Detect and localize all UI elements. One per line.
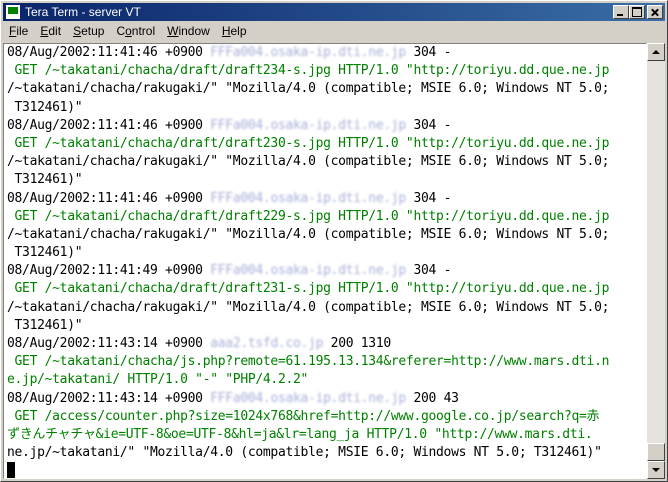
log-line: /~takatani/chacha/rakugaki/" "Mozilla/4.… [7,80,609,98]
tera-term-window: Tera Term - server VT File Edit Setup Contr… [0,0,668,482]
menu-label-post: indow [178,24,210,38]
log-status: 304 - [413,190,452,206]
log-timestamp: 08/Aug/2002:11:41:46 +0900 [7,45,203,60]
menu-label-post: ntrol [131,24,156,38]
scroll-down-arrow-icon[interactable] [647,461,665,479]
log-host-redacted: FFFa004.osaka-ip.dti.ne.jp [210,263,406,279]
log-line: /~takatani/chacha/rakugaki/" "Mozilla/4.… [7,226,609,244]
log-continuation: /~takatani/chacha/rakugaki/" "Mozilla/4.… [7,299,610,315]
menu-label-pre: C [116,24,126,38]
log-request: e.jp/~takatani/ HTTP/1.0 "-" "PHP/4.2.2" [7,372,309,388]
log-request: GET /~takatani/chacha/draft/draft230-s.j… [7,135,610,151]
log-line: GET /~takatani/chacha/js.php?remote=61.1… [7,353,610,371]
menu-label-accelerator: W [167,24,179,38]
menu-label-accelerator: H [221,24,231,38]
log-continuation: /~takatani/chacha/rakugaki/" "Mozilla/4.… [7,81,610,97]
log-timestamp: 08/Aug/2002:11:43:14 +0900 [7,336,203,351]
log-continuation: T312461)" [7,317,83,333]
terminal-screen[interactable]: 08/Aug/2002:11:41:46 +0900 FFFa004.osaka… [3,43,647,479]
menu-label-post: dit [48,24,62,38]
log-request: GET /~takatani/chacha/draft/draft231-s.j… [7,281,610,297]
log-timestamp: 08/Aug/2002:11:43:14 +0900 [7,390,203,406]
maximize-button[interactable] [629,5,645,19]
log-line: ne.jp/~takatani/" "Mozilla/4.0 (compatib… [7,444,609,462]
log-line: 08/Aug/2002:11:41:49 +0900 FFFa004.osaka… [7,262,609,280]
log-line: GET /~takatani/chacha/draft/draft234-s.j… [7,62,610,80]
log-line: ずきんチャチャ&ie=UTF-8&oe=UTF-8&hl=ja&lr=lang_… [7,426,609,444]
text-cursor [7,462,15,478]
log-line: GET /~takatani/chacha/draft/draft231-s.j… [7,280,610,298]
log-timestamp: 08/Aug/2002:11:41:49 +0900 [7,263,203,279]
log-line: GET /~takatani/chacha/draft/draft230-s.j… [7,135,610,153]
log-request: GET /~takatani/chacha/js.php?remote=61.1… [7,354,610,370]
log-continuation: T312461)" [7,99,83,115]
log-status: 304 - [413,263,452,279]
close-button[interactable] [647,5,663,19]
log-host-redacted: FFFa004.osaka-ip.dti.ne.jp [210,117,406,133]
menu-label-post: ile [16,24,29,38]
log-status: 200 1310 [330,336,392,351]
log-line: T312461)" [7,171,609,189]
menu-item[interactable]: Help [216,22,253,40]
log-line: 08/Aug/2002:11:43:14 +0900 FFFa004.osaka… [7,390,609,408]
menu-item[interactable]: Setup [67,22,110,40]
log-timestamp: 08/Aug/2002:11:41:46 +0900 [7,117,203,133]
log-request: GET /access/counter.php?size=1024x768&hr… [7,408,600,424]
log-line: T312461)" [7,99,609,117]
terminal-log: 08/Aug/2002:11:41:46 +0900 FFFa004.osaka… [7,44,610,478]
menu-item[interactable]: Edit [34,22,67,40]
log-continuation: /~takatani/chacha/rakugaki/" "Mozilla/4.… [7,226,610,242]
menu-item[interactable]: File [3,22,34,40]
vertical-scrollbar[interactable] [647,43,665,479]
log-line: GET /access/counter.php?size=1024x768&hr… [7,408,609,426]
log-request: GET /~takatani/chacha/draft/draft234-s.j… [7,63,610,79]
menu-label-accelerator: S [73,24,82,38]
log-line: /~takatani/chacha/rakugaki/" "Mozilla/4.… [7,299,609,317]
log-request: GET /~takatani/chacha/draft/draft229-s.j… [7,208,610,224]
menu-item[interactable]: Window [161,22,216,40]
app-icon[interactable] [6,5,20,19]
log-request: ずきんチャチャ&ie=UTF-8&oe=UTF-8&hl=ja&lr=lang_… [7,426,593,442]
log-status: 200 43 [413,390,459,406]
menu-bar: File Edit Setup Control Window Help [3,22,665,40]
menu-label-accelerator: o [125,24,132,38]
log-host-redacted: FFFa004.osaka-ip.dti.ne.jp [210,190,406,206]
log-line: 08/Aug/2002:11:41:46 +0900 FFFa004.osaka… [7,44,609,62]
menu-label-post: etup [81,24,105,38]
log-line: e.jp/~takatani/ HTTP/1.0 "-" "PHP/4.2.2" [7,371,609,389]
log-continuation: ne.jp/~takatani/" "Mozilla/4.0 (compatib… [7,445,602,461]
log-status: 304 - [413,45,452,60]
window-title: Tera Term - server VT [25,5,141,19]
scroll-up-arrow-icon[interactable] [647,43,665,61]
log-line: T312461)" [7,317,609,335]
log-timestamp: 08/Aug/2002:11:41:46 +0900 [7,190,203,206]
log-line: 08/Aug/2002:11:43:14 +0900 aaa2.tsfd.co.… [7,335,609,353]
log-line: T312461)" [7,244,609,262]
minimize-button[interactable] [613,5,629,19]
menu-label-post: elp [230,24,247,38]
log-line: 08/Aug/2002:11:41:46 +0900 FFFa004.osaka… [7,190,609,208]
log-continuation: /~takatani/chacha/rakugaki/" "Mozilla/4.… [7,154,610,170]
log-status: 304 - [413,117,452,133]
prompt-line [7,462,609,478]
log-host-redacted: aaa2.tsfd.co.jp [210,336,324,351]
log-line: GET /~takatani/chacha/draft/draft229-s.j… [7,208,610,226]
log-host-redacted: FFFa004.osaka-ip.dti.ne.jp [210,390,406,406]
log-continuation: T312461)" [7,172,83,188]
log-line: 08/Aug/2002:11:41:46 +0900 FFFa004.osaka… [7,117,609,135]
log-host-redacted: FFFa004.osaka-ip.dti.ne.jp [210,45,406,60]
title-bar[interactable]: Tera Term - server VT [3,3,665,21]
log-line: /~takatani/chacha/rakugaki/" "Mozilla/4.… [7,153,609,171]
scroll-thumb[interactable] [647,443,665,461]
menu-item[interactable]: Control [110,22,161,40]
log-continuation: T312461)" [7,245,83,261]
